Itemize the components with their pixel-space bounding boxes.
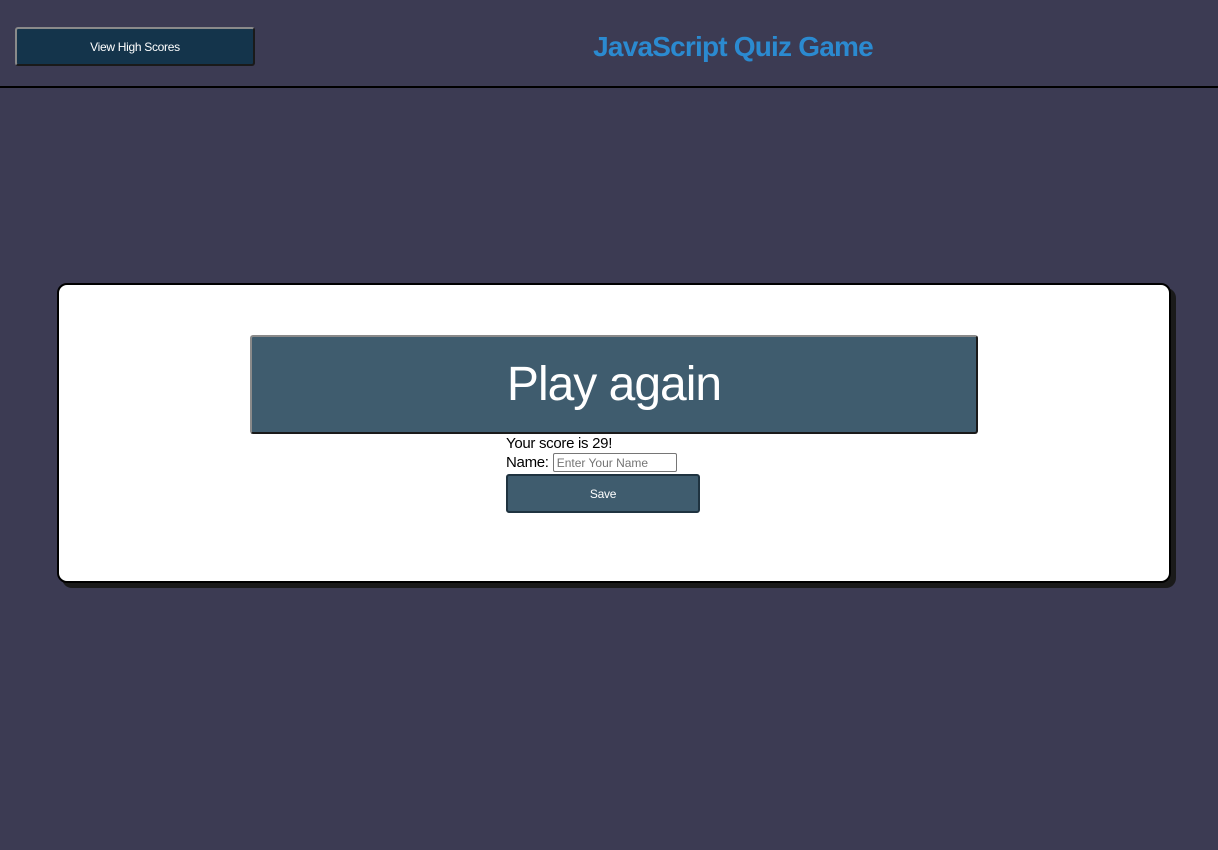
result-card: Play again Your score is 29! Name: Save <box>57 283 1171 583</box>
score-text: Your score is 29! <box>506 435 613 452</box>
play-again-button[interactable]: Play again <box>250 335 978 434</box>
score-form: Your score is 29! Name: Save <box>506 435 766 513</box>
name-row: Name: <box>506 453 766 472</box>
save-button[interactable]: Save <box>506 474 700 513</box>
header-bar: View High Scores JavaScript Quiz Game <box>0 0 1218 88</box>
page-title: JavaScript Quiz Game <box>593 31 873 62</box>
view-high-scores-button[interactable]: View High Scores <box>15 27 255 66</box>
name-label: Name: <box>506 453 549 471</box>
name-input[interactable] <box>552 453 677 472</box>
